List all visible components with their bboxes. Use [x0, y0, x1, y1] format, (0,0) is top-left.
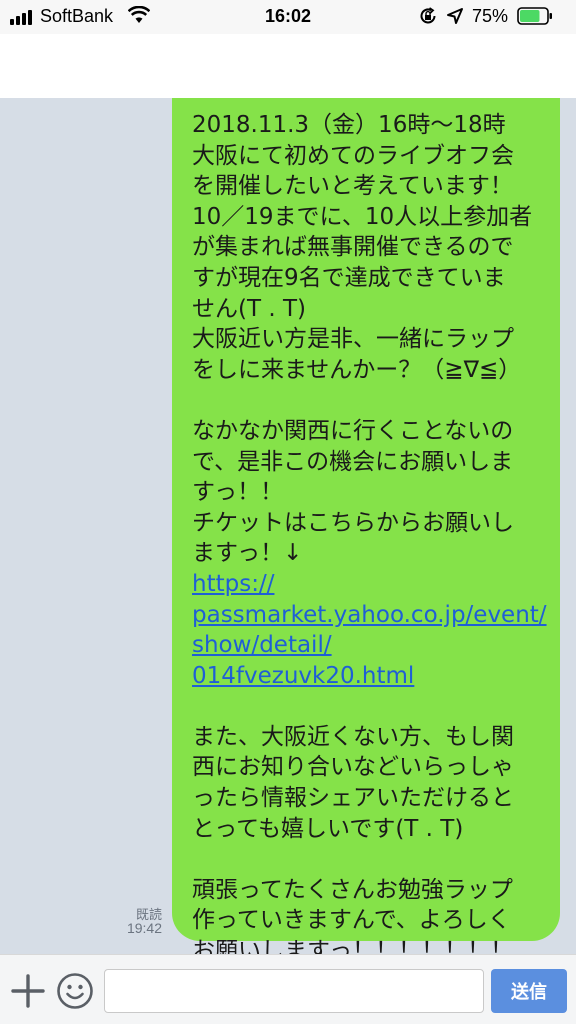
message-link-line[interactable]: 014fvezuvk20.html — [192, 661, 562, 692]
message-line: をしに来ませんかー？（≧∇≦） — [192, 356, 522, 383]
message-line: ったら情報シェアいただけると — [192, 785, 514, 812]
message-line: 10／19までに、10人以上参加者 — [192, 203, 533, 230]
message-line: とっても嬉しいです(T . T) — [192, 815, 464, 842]
status-bar: SoftBank 16:02 75% — [0, 0, 576, 34]
message-line: を開催したいと考えています！ — [192, 173, 513, 200]
message-line: お願いしますっ！！！！！！！ — [192, 938, 514, 954]
message-line: すっ！！ — [192, 479, 284, 506]
message-link-line[interactable]: passmarket.yahoo.co.jp/event/ — [192, 600, 562, 631]
message-line: 作っていきますんで、よろしく — [192, 907, 511, 934]
message-line: 2018.11.3（金）16時〜18時 — [192, 112, 506, 138]
message-line: で、是非この機会にお願いしま — [192, 448, 514, 475]
message-line: 大阪にて初めてのライブオフ会 — [192, 142, 514, 169]
message-input[interactable] — [104, 969, 484, 1013]
rotation-lock-icon — [420, 7, 436, 24]
battery-percent: 75% — [472, 6, 509, 26]
message-line — [192, 844, 562, 875]
message-line: なかなか関西に行くことないの — [192, 417, 514, 444]
message-line: すが現在9名で達成できていま — [192, 264, 506, 291]
message-line: また、大阪近くない方、もし関 — [192, 723, 514, 750]
message-line — [192, 691, 562, 722]
message-line: チケットはこちらからお願いし — [192, 509, 514, 536]
chat-header — [0, 34, 576, 98]
message-link-line[interactable]: https:// — [192, 569, 562, 600]
send-button[interactable]: 送信 — [491, 969, 567, 1013]
message-link-line[interactable]: show/detail/ — [192, 630, 562, 661]
message-line: せん(T . T) — [192, 295, 306, 322]
message-line: 西にお知り合いなどいらっしゃ — [192, 754, 514, 781]
message-line: 頑張ってたくさんお勉強ラップ — [192, 876, 513, 903]
input-bar: 送信 — [0, 954, 576, 1024]
plus-icon[interactable] — [10, 973, 46, 1009]
message-time: 19:42 — [126, 920, 162, 936]
chat-area[interactable]: 2018.11.3（金）16時〜18時 大阪にて初めてのライブオフ会 を開催したいと… — [0, 98, 576, 954]
message-line: ますっ！↓ — [192, 540, 303, 567]
smile-icon[interactable] — [56, 972, 94, 1010]
message-text: 2018.11.3（金）16時〜18時 大阪にて初めてのライブオフ会 を開催したいと… — [192, 110, 562, 954]
message-line: 大阪近い方是非、一緒にラップ — [192, 326, 514, 353]
battery-icon — [517, 7, 552, 25]
message-line: が集まれば無事開催できるので — [192, 234, 514, 261]
message-line — [192, 385, 562, 416]
location-arrow-icon — [447, 8, 463, 24]
